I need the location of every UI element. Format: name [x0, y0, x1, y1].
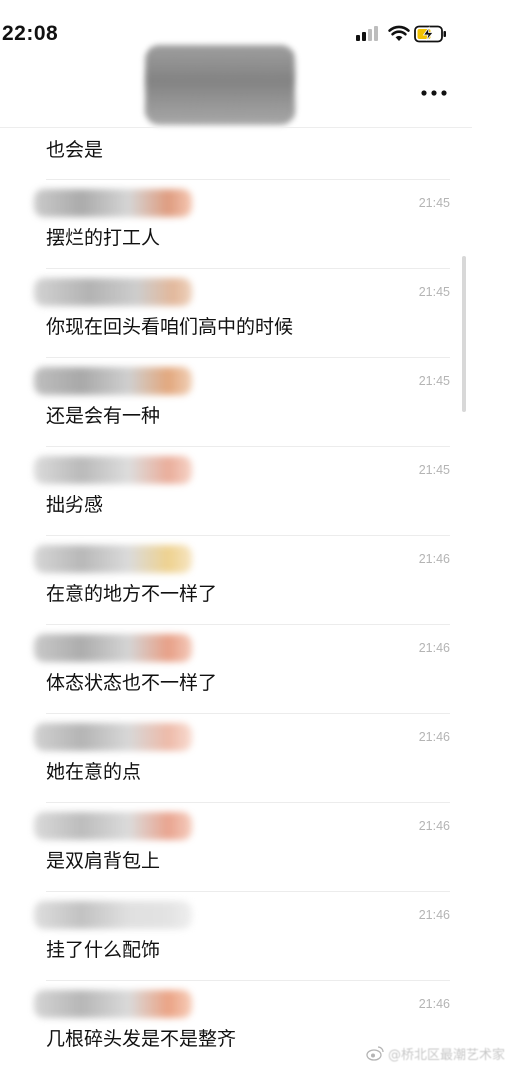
message-time: 21:45 — [418, 463, 450, 477]
message-divider — [46, 891, 450, 892]
sender-name-redacted — [34, 367, 192, 395]
header-divider — [0, 127, 472, 128]
message-text: 几根碎头发是不是整齐 — [46, 1028, 237, 1050]
sender-name-redacted — [34, 634, 192, 662]
message-item[interactable]: 21:46 她在意的点 — [0, 713, 472, 802]
sender-name-redacted — [34, 189, 192, 217]
sender-name-redacted — [34, 723, 192, 751]
signal-icon — [356, 26, 378, 41]
message-item[interactable]: 21:46 挂了什么配饰 — [0, 891, 472, 980]
message-text: 她在意的点 — [46, 761, 142, 783]
message-time: 21:45 — [418, 196, 450, 210]
sender-name-redacted — [34, 990, 192, 1018]
sender-name-redacted — [34, 278, 192, 306]
status-time: 22:08 — [2, 22, 59, 45]
message-item[interactable]: 21:45 你现在回头看咱们高中的时候 — [0, 268, 472, 357]
weibo-icon — [366, 1046, 384, 1061]
sender-name-redacted — [34, 545, 192, 573]
battery-charging-icon — [414, 25, 446, 43]
message-time: 21:45 — [418, 285, 450, 299]
message-divider — [46, 713, 450, 714]
message-text: 体态状态也不一样了 — [46, 672, 218, 694]
wifi-icon — [388, 25, 410, 41]
watermark-text: @桥北区最潮艺术家 — [388, 1047, 505, 1063]
message-item[interactable]: 21:45 还是会有一种 — [0, 357, 472, 446]
message-time: 21:45 — [418, 374, 450, 388]
message-item[interactable]: 21:46 体态状态也不一样了 — [0, 624, 472, 713]
message-divider — [46, 624, 450, 625]
scrollbar-thumb[interactable] — [462, 256, 466, 412]
message-text: 在意的地方不一样了 — [46, 583, 218, 605]
message-divider — [46, 980, 450, 981]
message-item[interactable]: 21:46 是双肩背包上 — [0, 802, 472, 891]
message-divider — [46, 446, 450, 447]
more-options-icon[interactable] — [416, 80, 452, 106]
message-divider — [46, 179, 450, 180]
message-text: 拙劣感 — [46, 494, 104, 516]
chat-title-redacted — [145, 45, 295, 125]
message-divider — [46, 268, 450, 269]
message-time: 21:46 — [418, 997, 450, 1011]
message-time: 21:46 — [418, 908, 450, 922]
message-time: 21:46 — [418, 730, 450, 744]
message-text: 挂了什么配饰 — [46, 939, 161, 961]
sender-name-redacted — [34, 812, 192, 840]
message-item[interactable]: 21:45 摆烂的打工人 — [0, 179, 472, 268]
message-divider — [46, 357, 450, 358]
message-time: 21:46 — [418, 819, 450, 833]
message-divider — [46, 802, 450, 803]
message-text: 是双肩背包上 — [46, 850, 161, 872]
message-time: 21:46 — [418, 552, 450, 566]
sender-name-redacted — [34, 901, 192, 929]
sender-name-redacted — [34, 456, 192, 484]
watermark: @桥北区最潮艺术家 — [366, 1043, 505, 1063]
message-text: 摆烂的打工人 — [46, 227, 161, 249]
message-text: 你现在回头看咱们高中的时候 — [46, 316, 294, 338]
message-item[interactable]: 21:46 在意的地方不一样了 — [0, 535, 472, 624]
message-text: 还是会有一种 — [46, 405, 161, 427]
message-divider — [46, 535, 450, 536]
message-item[interactable]: 21:45 拙劣感 — [0, 446, 472, 535]
message-time: 21:46 — [418, 641, 450, 655]
message-text-partial: 也会是 — [46, 139, 104, 161]
